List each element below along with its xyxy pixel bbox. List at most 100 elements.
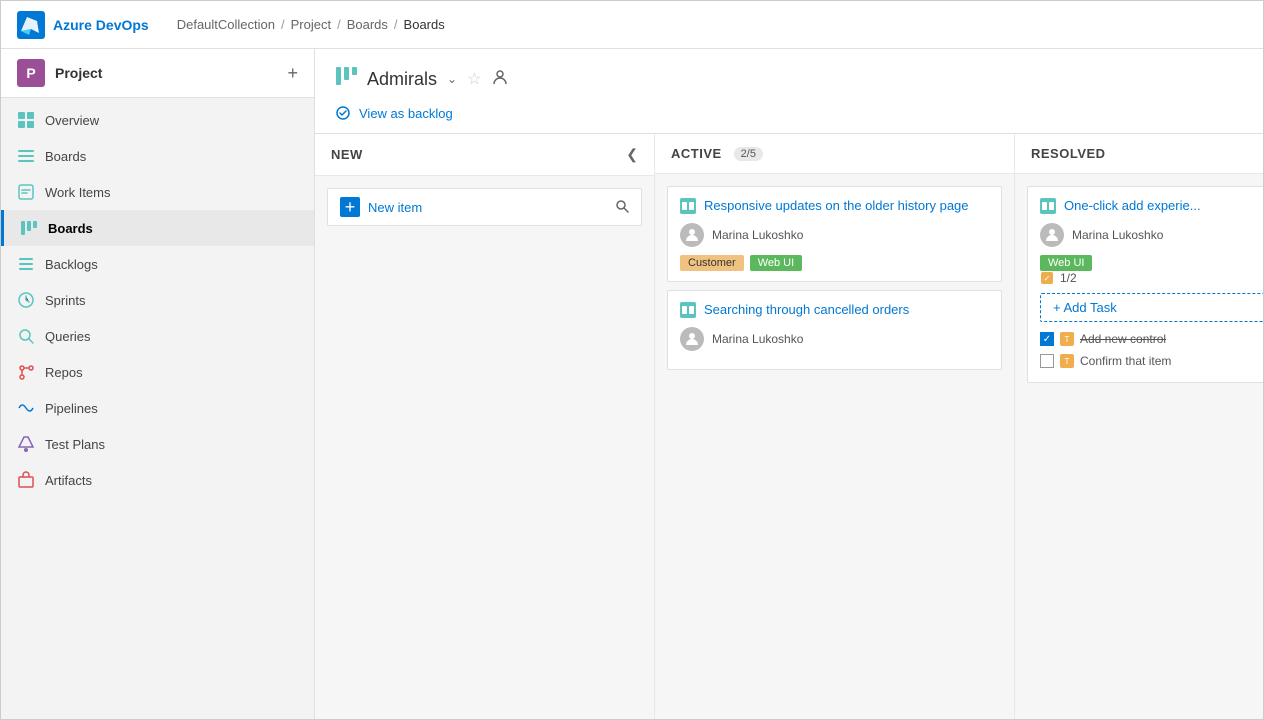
sidebar-item-overview[interactable]: Overview bbox=[1, 102, 314, 138]
view-backlog-icon bbox=[335, 105, 351, 121]
task-label-1: Add new control bbox=[1080, 332, 1166, 346]
task-progress: ✓ 1/2 bbox=[1040, 271, 1263, 285]
pipelines-icon bbox=[17, 399, 35, 417]
work-card-2-user: Marina Lukoshko bbox=[680, 327, 989, 351]
board-title-row: Admirals ⌄ ☆ bbox=[335, 65, 1243, 93]
user-name-2: Marina Lukoshko bbox=[712, 332, 803, 346]
board-team-icon[interactable] bbox=[491, 68, 509, 91]
task-child-icon-2: T bbox=[1060, 354, 1074, 368]
sidebar-nav: Overview Boards Work Items bbox=[1, 98, 314, 502]
work-card-2-title: Searching through cancelled orders bbox=[704, 301, 989, 319]
avatar-2 bbox=[680, 327, 704, 351]
work-card-2-header: Searching through cancelled orders bbox=[680, 301, 989, 319]
breadcrumb-boards-1[interactable]: Boards bbox=[347, 17, 388, 32]
board-column-resolved: Resolved One-click add experie... bbox=[1015, 134, 1263, 719]
sidebar: P Project + Overview B bbox=[1, 49, 315, 719]
work-item-type-icon-r1 bbox=[1040, 198, 1056, 214]
breadcrumb-defaultcollection[interactable]: DefaultCollection bbox=[177, 17, 275, 32]
breadcrumb-sep-1: / bbox=[281, 17, 285, 32]
task-item-2: T Confirm that item bbox=[1040, 350, 1263, 372]
task-label-2: Confirm that item bbox=[1080, 354, 1171, 368]
view-backlog-row[interactable]: View as backlog bbox=[335, 105, 1243, 133]
sidebar-item-workitems[interactable]: Work Items bbox=[1, 174, 314, 210]
sidebar-item-repos[interactable]: Repos bbox=[1, 354, 314, 390]
content-area: Admirals ⌄ ☆ View as backlog bbox=[315, 49, 1263, 719]
sidebar-item-queries[interactable]: Queries bbox=[1, 318, 314, 354]
testplans-icon bbox=[17, 435, 35, 453]
user-name-r1: Marina Lukoshko bbox=[1072, 228, 1163, 242]
sidebar-item-boards-label: Boards bbox=[48, 221, 93, 236]
work-card-2[interactable]: Searching through cancelled orders Marin… bbox=[667, 290, 1002, 370]
logo[interactable]: Azure DevOps bbox=[17, 11, 149, 39]
work-card-1[interactable]: Responsive updates on the older history … bbox=[667, 186, 1002, 282]
sidebar-project: P Project + bbox=[1, 49, 314, 98]
col-header-resolved: Resolved bbox=[1015, 134, 1263, 174]
breadcrumb-project[interactable]: Project bbox=[291, 17, 331, 32]
workitems-icon bbox=[17, 183, 35, 201]
board-favorite-icon[interactable]: ☆ bbox=[467, 69, 481, 89]
work-card-r1-title: One-click add experie... bbox=[1064, 197, 1263, 215]
add-task-button[interactable]: + Add Task bbox=[1040, 293, 1263, 322]
sidebar-item-sprints[interactable]: Sprints bbox=[1, 282, 314, 318]
work-card-1-tags: Customer Web UI bbox=[680, 255, 989, 271]
boards-icon bbox=[20, 219, 38, 237]
new-item-label[interactable]: New item bbox=[368, 200, 607, 215]
task-checkbox-1[interactable] bbox=[1040, 332, 1054, 346]
col-body-new: + New item bbox=[315, 176, 654, 719]
logo-text: Azure DevOps bbox=[53, 17, 149, 33]
task-progress-icon: ✓ bbox=[1040, 271, 1054, 285]
sidebar-item-boards-parent-label: Boards bbox=[45, 149, 86, 164]
project-avatar: P bbox=[17, 59, 45, 87]
sidebar-item-backlogs[interactable]: Backlogs bbox=[1, 246, 314, 282]
col-title-active: Active bbox=[671, 146, 722, 161]
task-checkbox-2[interactable] bbox=[1040, 354, 1054, 368]
col-body-active: Responsive updates on the older history … bbox=[655, 174, 1014, 719]
sidebar-item-testplans-label: Test Plans bbox=[45, 437, 105, 452]
artifacts-icon bbox=[17, 471, 35, 489]
sidebar-item-artifacts[interactable]: Artifacts bbox=[1, 462, 314, 498]
top-bar: Azure DevOps DefaultCollection / Project… bbox=[1, 1, 1263, 49]
work-card-resolved-1[interactable]: One-click add experie... Marina Lukoshko… bbox=[1027, 186, 1263, 383]
sidebar-item-workitems-label: Work Items bbox=[45, 185, 111, 200]
work-card-1-title: Responsive updates on the older history … bbox=[704, 197, 989, 215]
sidebar-item-boards-parent[interactable]: Boards bbox=[1, 138, 314, 174]
sidebar-item-testplans[interactable]: Test Plans bbox=[1, 426, 314, 462]
svg-text:✓: ✓ bbox=[1044, 274, 1051, 283]
breadcrumb-sep-2: / bbox=[337, 17, 341, 32]
add-task-label: + Add Task bbox=[1053, 300, 1117, 315]
view-backlog-label: View as backlog bbox=[359, 106, 453, 121]
sidebar-item-backlogs-label: Backlogs bbox=[45, 257, 98, 272]
work-card-r1-header: One-click add experie... bbox=[1040, 197, 1263, 215]
work-item-type-icon-1 bbox=[680, 198, 696, 214]
task-progress-label: 1/2 bbox=[1060, 271, 1077, 285]
col-header-active: Active 2/5 bbox=[655, 134, 1014, 174]
sidebar-item-pipelines[interactable]: Pipelines bbox=[1, 390, 314, 426]
sidebar-item-boards[interactable]: Boards bbox=[1, 210, 314, 246]
content-header: Admirals ⌄ ☆ View as backlog bbox=[315, 49, 1263, 134]
task-item-1: T Add new control bbox=[1040, 328, 1263, 350]
breadcrumb: DefaultCollection / Project / Boards / B… bbox=[177, 17, 445, 32]
add-project-button[interactable]: + bbox=[287, 63, 298, 84]
avatar-r1 bbox=[1040, 223, 1064, 247]
board-area: New ❮ + New item bbox=[315, 134, 1263, 719]
work-card-r1-tags: Web UI bbox=[1040, 255, 1263, 271]
search-icon[interactable] bbox=[615, 199, 629, 216]
breadcrumb-sep-3: / bbox=[394, 17, 398, 32]
board-dropdown-icon[interactable]: ⌄ bbox=[447, 72, 457, 86]
col-body-resolved: One-click add experie... Marina Lukoshko… bbox=[1015, 174, 1263, 719]
col-title-resolved: Resolved bbox=[1031, 146, 1106, 161]
col-header-new: New ❮ bbox=[315, 134, 654, 176]
sidebar-item-repos-label: Repos bbox=[45, 365, 83, 380]
new-item-add-button[interactable]: + bbox=[340, 197, 360, 217]
sidebar-item-overview-label: Overview bbox=[45, 113, 99, 128]
board-title: Admirals bbox=[367, 69, 437, 90]
sidebar-item-queries-label: Queries bbox=[45, 329, 91, 344]
work-item-type-icon-2 bbox=[680, 302, 696, 318]
boards-parent-icon bbox=[17, 147, 35, 165]
avatar-1 bbox=[680, 223, 704, 247]
tag-webui: Web UI bbox=[750, 255, 802, 271]
breadcrumb-boards-2: Boards bbox=[404, 17, 445, 32]
tag-customer: Customer bbox=[680, 255, 744, 271]
col-chevron-new[interactable]: ❮ bbox=[626, 146, 638, 163]
sidebar-item-pipelines-label: Pipelines bbox=[45, 401, 98, 416]
